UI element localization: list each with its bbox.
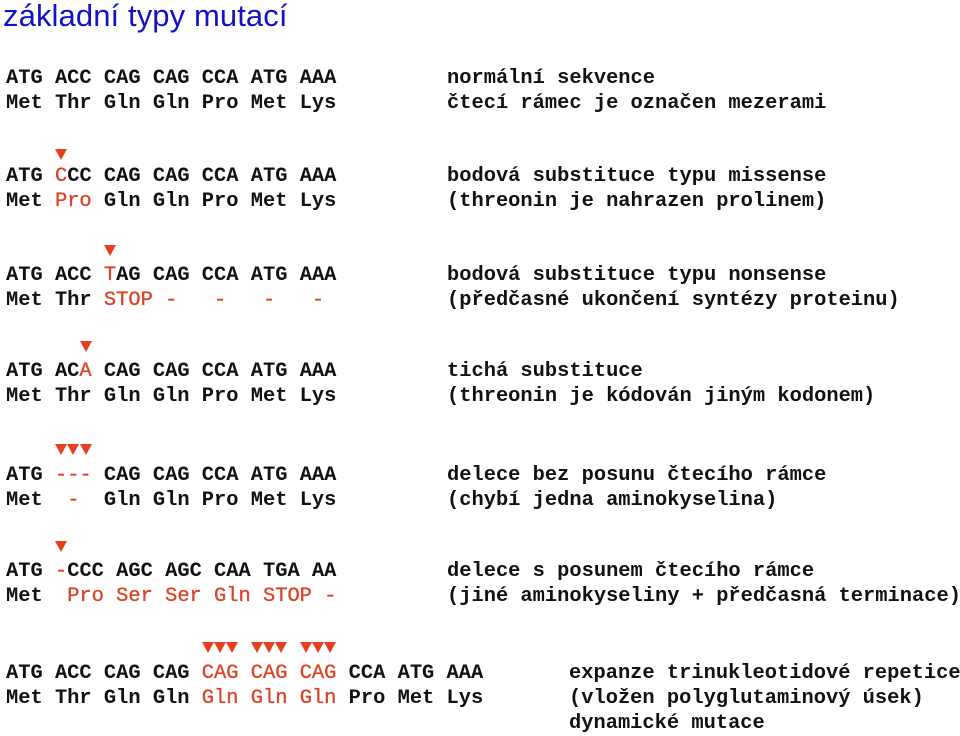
- mutated-segment: C: [54, 165, 68, 188]
- mutated-segment: Pro: [54, 190, 92, 213]
- description-heading: bodová substituce typu nonsense: [447, 264, 827, 287]
- mutated-segment: STOP - - - -: [103, 289, 325, 312]
- sequence-segment: Met: [6, 585, 68, 608]
- mutation-marker-triangle-icon: [201, 642, 214, 653]
- sequence-segment: Met Thr Gln Gln Pro Met Lys: [6, 92, 337, 115]
- description-detail: (chybí jedna aminokyselina): [447, 489, 778, 512]
- dna-sequence-line: ATG ACA CAG CAG CCA ATG AAA: [6, 359, 336, 384]
- mutation-marker-triangle-icon: [67, 444, 80, 455]
- protein-sequence-line: Met - Gln Gln Pro Met Lys: [6, 488, 336, 513]
- mutated-segment: -: [54, 489, 92, 512]
- protein-sequence-line: Met Pro Gln Gln Pro Met Lys: [6, 189, 336, 214]
- sequence: ATG --- CAG CAG CCA ATG AAA Met - Gln Gln…: [6, 463, 336, 513]
- mutation-description: expanze trinukleotidové repetice (vložen …: [569, 661, 960, 736]
- sequence-segment: ATG: [6, 165, 55, 188]
- sequence-segment: Met Thr: [6, 289, 104, 312]
- dna-sequence-line: ATG ACC TAG CAG CCA ATG AAA: [6, 263, 336, 288]
- mutated-segment: -: [54, 560, 68, 583]
- sequence-segment: Met Thr Gln Gln Pro Met Lys: [6, 385, 337, 408]
- sequence-segment: CAG CAG CCA ATG AAA: [91, 360, 337, 383]
- mutated-segment: A: [79, 360, 92, 383]
- description-detail: (jiné aminokyseliny + předčasná terminac…: [447, 585, 960, 608]
- mutation-marker-triangle-icon: [299, 642, 312, 653]
- sequence: ATG CCC CAG CAG CCA ATG AAA Met Pro Gln G…: [6, 164, 336, 214]
- sequence-segment: ATG ACC CAG CAG: [6, 662, 202, 685]
- description-heading: expanze trinukleotidové repetice: [569, 662, 960, 685]
- protein-sequence-line: Met Pro Ser Ser Gln STOP -: [6, 584, 337, 609]
- mutated-segment: CAG CAG CAG: [201, 662, 337, 685]
- mutation-marker-triangle-icon: [55, 444, 68, 455]
- mutation-marker-triangle-icon: [55, 541, 68, 552]
- mutation-marker-triangle-icon: [79, 341, 92, 352]
- sequence-segment: Met: [6, 190, 55, 213]
- sequence-segment: AG CAG CCA ATG AAA: [116, 264, 337, 287]
- sequence-segment: Pro Met Lys: [336, 687, 484, 710]
- description-detail: (předčasné ukončení syntézy proteinu): [447, 289, 900, 312]
- mutated-segment: Pro Ser Ser Gln STOP -: [67, 585, 337, 608]
- description-heading: tichá substituce: [447, 360, 643, 383]
- mutation-description: delece s posunem čtecího rámce (jiné amin…: [447, 559, 960, 609]
- mutated-segment: Gln Gln Gln: [201, 687, 337, 710]
- mutation-marker-triangle-icon: [312, 642, 325, 653]
- description-detail: (vložen polyglutaminový úsek): [569, 687, 924, 710]
- sequence: ATG ACC CAG CAG CAG CAG CAG CCA ATG AAA M…: [6, 661, 483, 711]
- sequence: ATG ACC CAG CAG CCA ATG AAA Met Thr Gln G…: [6, 66, 336, 116]
- dna-sequence-line: ATG -CCC AGC AGC CAA TGA AA: [6, 559, 336, 584]
- sequence-segment: Gln Gln Pro Met Lys: [91, 489, 337, 512]
- mutation-marker-triangle-icon: [214, 642, 227, 653]
- mutation-description: tichá substituce (threonin je kódován jin…: [447, 359, 875, 409]
- mutation-marker-triangle-icon: [226, 642, 239, 653]
- mutation-marker-triangle-icon: [324, 642, 337, 653]
- sequence-segment: ATG ACC: [6, 264, 104, 287]
- dna-sequence-line: ATG ACC CAG CAG CAG CAG CAG CCA ATG AAA: [6, 661, 483, 686]
- description-detail: dynamické mutace: [569, 712, 765, 735]
- dna-sequence-line: ATG --- CAG CAG CCA ATG AAA: [6, 463, 336, 488]
- mutation-marker-triangle-icon: [104, 245, 117, 256]
- mutation-marker-triangle-icon: [275, 642, 288, 653]
- sequence-segment: Met: [6, 489, 55, 512]
- dna-sequence-line: ATG ACC CAG CAG CCA ATG AAA: [6, 66, 336, 91]
- mutation-description: delece bez posunu čtecího rámce (chybí je…: [447, 463, 826, 513]
- sequence-segment: CCA ATG AAA: [336, 662, 484, 685]
- sequence-segment: CCC AGC AGC CAA TGA AA: [67, 560, 337, 583]
- protein-sequence-line: Met Thr Gln Gln Pro Met Lys: [6, 91, 336, 116]
- sequence-segment: ATG: [6, 560, 55, 583]
- mutation-marker-triangle-icon: [263, 642, 276, 653]
- description-heading: normální sekvence: [447, 67, 656, 90]
- page-title: základní typy mutací: [3, 0, 288, 33]
- sequence-segment: CAG CAG CCA ATG AAA: [91, 464, 337, 487]
- mutation-marker-triangle-icon: [55, 149, 68, 160]
- mutation-marker-triangle-icon: [79, 444, 92, 455]
- description-heading: bodová substituce typu missense: [447, 165, 827, 188]
- protein-sequence-line: Met Thr Gln Gln Gln Gln Gln Pro Met Lys: [6, 686, 483, 711]
- mutation-description: bodová substituce typu nonsense (předčasn…: [447, 263, 900, 313]
- mutation-description: normální sekvence čtecí rámec je označen …: [447, 66, 826, 116]
- sequence-segment: Met Thr Gln Gln: [6, 687, 202, 710]
- protein-sequence-line: Met Thr Gln Gln Pro Met Lys: [6, 384, 336, 409]
- description-detail: (threonin je nahrazen prolinem): [447, 190, 827, 213]
- mutated-segment: T: [103, 264, 117, 287]
- sequence: ATG ACA CAG CAG CCA ATG AAA Met Thr Gln G…: [6, 359, 336, 409]
- sequence: ATG ACC TAG CAG CCA ATG AAA Met Thr STOP …: [6, 263, 336, 313]
- sequence-segment: ATG: [6, 464, 55, 487]
- sequence-segment: ATG AC: [6, 360, 80, 383]
- mutated-segment: ---: [54, 464, 92, 487]
- mutation-description: bodová substituce typu missense (threonin…: [447, 164, 826, 214]
- sequence-segment: CC CAG CAG CCA ATG AAA: [67, 165, 337, 188]
- description-heading: delece bez posunu čtecího rámce: [447, 464, 827, 487]
- description-detail: čtecí rámec je označen mezerami: [447, 92, 827, 115]
- sequence: ATG -CCC AGC AGC CAA TGA AA Met Pro Ser S…: [6, 559, 337, 609]
- description-detail: (threonin je kódován jiným kodonem): [447, 385, 876, 408]
- dna-sequence-line: ATG CCC CAG CAG CCA ATG AAA: [6, 164, 336, 189]
- mutation-marker-triangle-icon: [250, 642, 263, 653]
- description-heading: delece s posunem čtecího rámce: [447, 560, 815, 583]
- protein-sequence-line: Met Thr STOP - - - -: [6, 288, 336, 313]
- sequence-segment: Gln Gln Pro Met Lys: [91, 190, 337, 213]
- sequence-segment: ATG ACC CAG CAG CCA ATG AAA: [6, 67, 337, 90]
